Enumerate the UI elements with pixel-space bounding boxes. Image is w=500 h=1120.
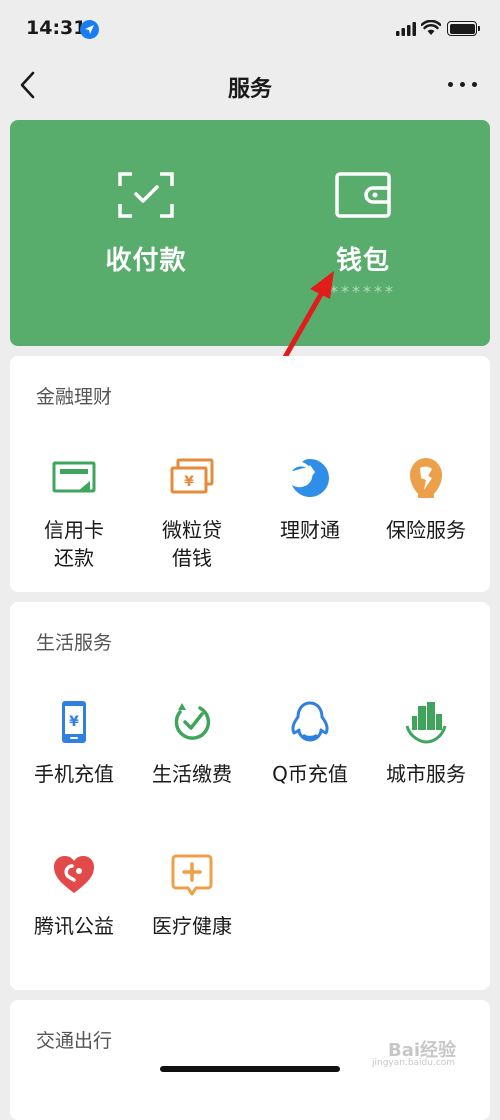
location-arrow-icon	[80, 20, 99, 39]
service-label: 手机充值	[34, 762, 114, 786]
wallet-icon	[335, 172, 391, 218]
service-label: 城市服务	[386, 762, 466, 786]
page-title: 服务	[227, 77, 272, 102]
weilidai-button[interactable]: ¥ 微粒贷 借钱	[132, 456, 252, 576]
battery-icon	[447, 21, 480, 36]
utility-bills-button[interactable]: 生活缴费	[132, 700, 252, 800]
nav-bar: 服务	[0, 60, 500, 110]
service-label: 医疗健康	[152, 914, 232, 938]
phone-topup-button[interactable]: ¥ 手机充值	[14, 700, 134, 800]
baidu-watermark: Bai经验 jingyan.baidu.com	[368, 1030, 486, 1070]
service-label: Q币充值	[272, 762, 348, 786]
status-bar: 14:31	[0, 0, 500, 60]
svg-text:¥: ¥	[69, 714, 79, 730]
check-leaf-icon	[174, 703, 211, 740]
section-title: 金融理财	[36, 386, 113, 408]
status-time: 14:31	[26, 17, 87, 39]
insurance-button[interactable]: 保险服务	[366, 456, 486, 576]
home-indicator[interactable]	[160, 1066, 340, 1072]
finance-section: 金融理财 信用卡 还款 ¥ 微粒贷 借钱 理财通 保险服务	[10, 356, 490, 592]
medical-health-button[interactable]: 医疗健康	[132, 852, 252, 952]
service-label: 生活缴费	[152, 762, 232, 786]
tencent-charity-button[interactable]: 腾讯公益	[14, 852, 134, 952]
licaitong-button[interactable]: 理财通	[250, 456, 370, 576]
city-buildings-icon	[405, 702, 447, 744]
phone-yuan-icon: ¥	[62, 701, 86, 743]
city-services-button[interactable]: 城市服务	[366, 700, 486, 800]
heart-icon	[54, 856, 94, 893]
section-title: 交通出行	[36, 1030, 113, 1052]
scan-check-icon	[118, 172, 174, 218]
receive-pay-button[interactable]: 收付款	[46, 120, 246, 346]
watermark-sub: jingyan.baidu.com	[372, 1058, 456, 1068]
medical-plus-icon	[171, 854, 213, 896]
svg-text:¥: ¥	[184, 474, 194, 490]
service-label: 微粒贷 借钱	[162, 518, 222, 570]
qcoin-topup-button[interactable]: Q币充值	[250, 700, 370, 800]
wallet-card: 收付款 钱包 ******	[10, 120, 490, 346]
life-services-section: 生活服务 ¥ 手机充值 生活缴费 Q币充值 城市服务 腾讯公益 医疗健康	[10, 602, 490, 990]
annotation-arrow	[281, 271, 334, 362]
service-label: 信用卡 还款	[44, 518, 104, 570]
section-title: 生活服务	[36, 632, 113, 654]
credit-card-icon	[52, 461, 96, 493]
insurance-umbrella-icon	[410, 458, 442, 498]
service-label: 腾讯公益	[34, 914, 114, 938]
wifi-icon	[421, 20, 441, 35]
licaitong-icon	[292, 459, 329, 497]
penguin-icon	[291, 701, 329, 742]
credit-card-repay-button[interactable]: 信用卡 还款	[14, 456, 134, 576]
service-label: 保险服务	[386, 518, 466, 542]
service-label: 理财通	[280, 518, 340, 542]
more-dots-icon[interactable]	[448, 80, 478, 90]
yuan-bills-icon: ¥	[170, 458, 214, 494]
cellular-signal-icon	[396, 22, 416, 36]
receive-pay-label: 收付款	[105, 246, 187, 276]
